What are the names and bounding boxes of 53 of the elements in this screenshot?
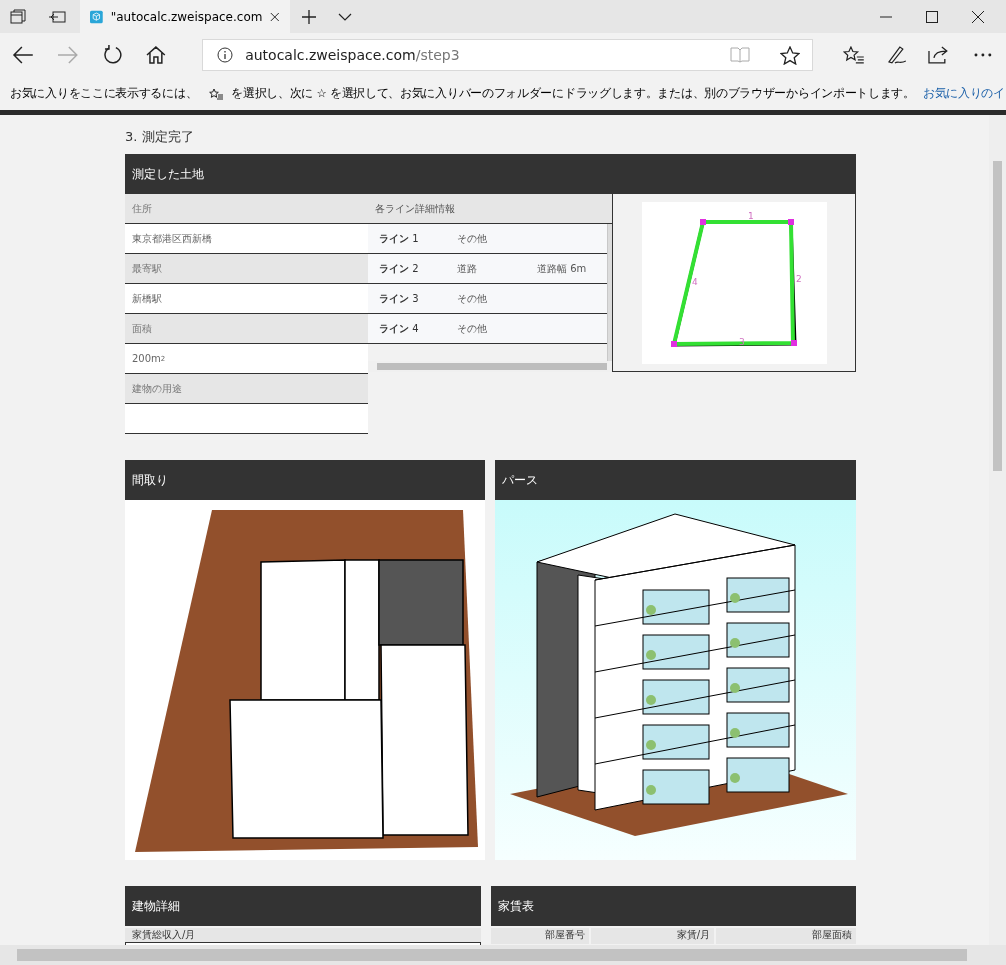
panel-header: 建物詳細	[125, 886, 481, 926]
land-shape-drawing: 1 2 3 4	[641, 201, 827, 364]
scrollbar[interactable]	[989, 115, 1006, 945]
line-type: その他	[457, 321, 488, 336]
back-icon[interactable]	[12, 46, 34, 64]
line-type: その他	[457, 231, 488, 246]
browser-tab[interactable]: "autocalc.zweispace.com	[80, 0, 290, 33]
panel-header: 家賃表	[491, 886, 856, 926]
cube-icon	[90, 8, 103, 25]
field-label: 建物の用途	[125, 374, 368, 404]
panel-header: パース	[495, 460, 856, 500]
field-value: 東京都港区西新橋	[125, 224, 368, 254]
field-value: 新橋駅	[125, 284, 368, 314]
field-label: 面積	[125, 314, 368, 344]
panel-header: 間取り	[125, 460, 485, 500]
field-label: 住所	[125, 194, 368, 224]
minimize-icon[interactable]	[880, 15, 892, 18]
set-aside-tabs-icon[interactable]	[48, 8, 66, 25]
panel-header: 測定した土地	[125, 154, 856, 194]
line-name: ライン 1	[379, 231, 420, 246]
field-label: 家賃総収入/月	[125, 928, 481, 942]
line-type: その他	[457, 291, 488, 306]
favorites-hint-text: を選択し、次に ☆ を選択して、お気に入りバーのフォルダーにドラッグします。または、別のブラウザーからインポートします。	[231, 86, 915, 101]
line-name: ライン 2	[379, 261, 420, 276]
home-icon[interactable]	[146, 45, 167, 65]
scrollbar[interactable]	[0, 945, 1006, 965]
page-title: 3. 測定完了	[125, 128, 195, 146]
column-header: 部屋面積	[716, 928, 856, 944]
refresh-icon[interactable]	[102, 45, 123, 65]
column-header: 各ライン詳細情報	[368, 194, 612, 224]
close-tab-icon[interactable]	[270, 10, 280, 23]
column-header: 部屋番号	[491, 928, 589, 944]
maximize-icon[interactable]	[926, 10, 938, 23]
pen-icon[interactable]	[886, 45, 907, 65]
favorites-hint-text: お気に入りをここに表示するには、	[10, 86, 198, 101]
tab-list-icon[interactable]	[10, 8, 26, 25]
favorites-list-icon[interactable]	[842, 46, 865, 64]
favorites-star-icon	[209, 87, 224, 100]
close-icon[interactable]	[972, 10, 984, 23]
star-icon[interactable]	[779, 45, 800, 65]
scrollbar[interactable]	[607, 224, 612, 361]
line-name: ライン 4	[379, 321, 420, 336]
favorites-import-link[interactable]: お気に入りのイ	[922, 86, 1005, 101]
more-icon[interactable]	[974, 53, 992, 57]
address-bar[interactable]: autocalc.zweispace.com/step3	[202, 39, 813, 71]
road-width: 道路幅 6m	[537, 261, 588, 276]
line-name: ライン 3	[379, 291, 420, 306]
field-label: 最寄駅	[125, 254, 368, 284]
new-tab-icon[interactable]	[302, 9, 316, 24]
info-icon[interactable]	[217, 47, 234, 63]
column-header: 家賃/月	[591, 928, 714, 944]
line-type: 道路	[457, 261, 478, 276]
chevron-down-icon[interactable]	[338, 12, 352, 21]
